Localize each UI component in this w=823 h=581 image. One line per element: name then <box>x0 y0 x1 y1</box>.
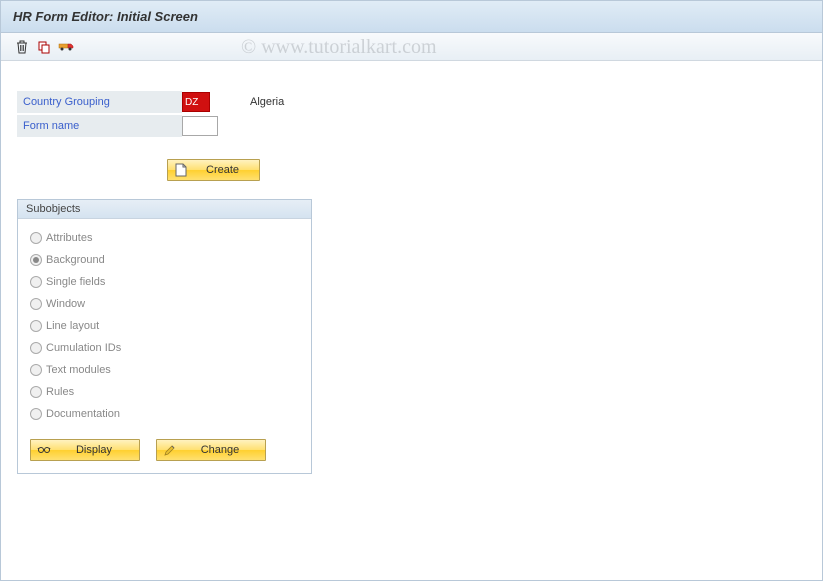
radio-label: Rules <box>46 386 74 398</box>
country-grouping-desc: Algeria <box>250 96 284 108</box>
radio-label: Line layout <box>46 320 99 332</box>
radio-icon <box>30 232 42 244</box>
display-button-label: Display <box>55 444 133 456</box>
radio-label: Attributes <box>46 232 92 244</box>
radio-label: Documentation <box>46 408 120 420</box>
subobjects-title: Subobjects <box>18 200 311 219</box>
radio-label: Window <box>46 298 85 310</box>
subobjects-body: Attributes Background Single fields Wind… <box>18 219 311 473</box>
radio-label: Cumulation IDs <box>46 342 121 354</box>
delete-icon[interactable] <box>13 38 31 56</box>
pencil-icon <box>163 443 177 457</box>
display-button[interactable]: Display <box>30 439 140 461</box>
radio-icon <box>30 342 42 354</box>
radio-attributes[interactable]: Attributes <box>30 227 299 249</box>
change-button-label: Change <box>181 444 259 456</box>
subobjects-buttons: Display Change <box>30 439 299 461</box>
glasses-icon <box>37 443 51 457</box>
transport-icon[interactable] <box>57 38 75 56</box>
radio-line-layout[interactable]: Line layout <box>30 315 299 337</box>
form-name-row: Form name <box>17 115 806 137</box>
radio-background[interactable]: Background <box>30 249 299 271</box>
form-name-label: Form name <box>17 115 182 137</box>
radio-text-modules[interactable]: Text modules <box>30 359 299 381</box>
radio-label: Text modules <box>46 364 111 376</box>
copy-icon[interactable] <box>35 38 53 56</box>
radio-single-fields[interactable]: Single fields <box>30 271 299 293</box>
create-button-label: Create <box>192 164 253 176</box>
radio-window[interactable]: Window <box>30 293 299 315</box>
country-grouping-input[interactable] <box>182 92 210 112</box>
radio-icon <box>30 254 42 266</box>
radio-label: Background <box>46 254 105 266</box>
country-grouping-row: Country Grouping Algeria <box>17 91 806 113</box>
toolbar <box>1 33 822 61</box>
radio-icon <box>30 386 42 398</box>
country-grouping-label: Country Grouping <box>17 91 182 113</box>
subobjects-group: Subobjects Attributes Background Single … <box>17 199 312 474</box>
create-button[interactable]: Create <box>167 159 260 181</box>
radio-icon <box>30 408 42 420</box>
radio-icon <box>30 320 42 332</box>
form-name-input[interactable] <box>182 116 218 136</box>
create-doc-icon <box>174 163 188 177</box>
content-area: © www.tutorialkart.com Country Grouping … <box>1 61 822 490</box>
radio-icon <box>30 364 42 376</box>
radio-icon <box>30 276 42 288</box>
page-title: HR Form Editor: Initial Screen <box>1 1 822 33</box>
create-button-row: Create <box>167 159 806 181</box>
change-button[interactable]: Change <box>156 439 266 461</box>
radio-cumulation-ids[interactable]: Cumulation IDs <box>30 337 299 359</box>
radio-icon <box>30 298 42 310</box>
radio-documentation[interactable]: Documentation <box>30 403 299 425</box>
radio-rules[interactable]: Rules <box>30 381 299 403</box>
radio-label: Single fields <box>46 276 105 288</box>
